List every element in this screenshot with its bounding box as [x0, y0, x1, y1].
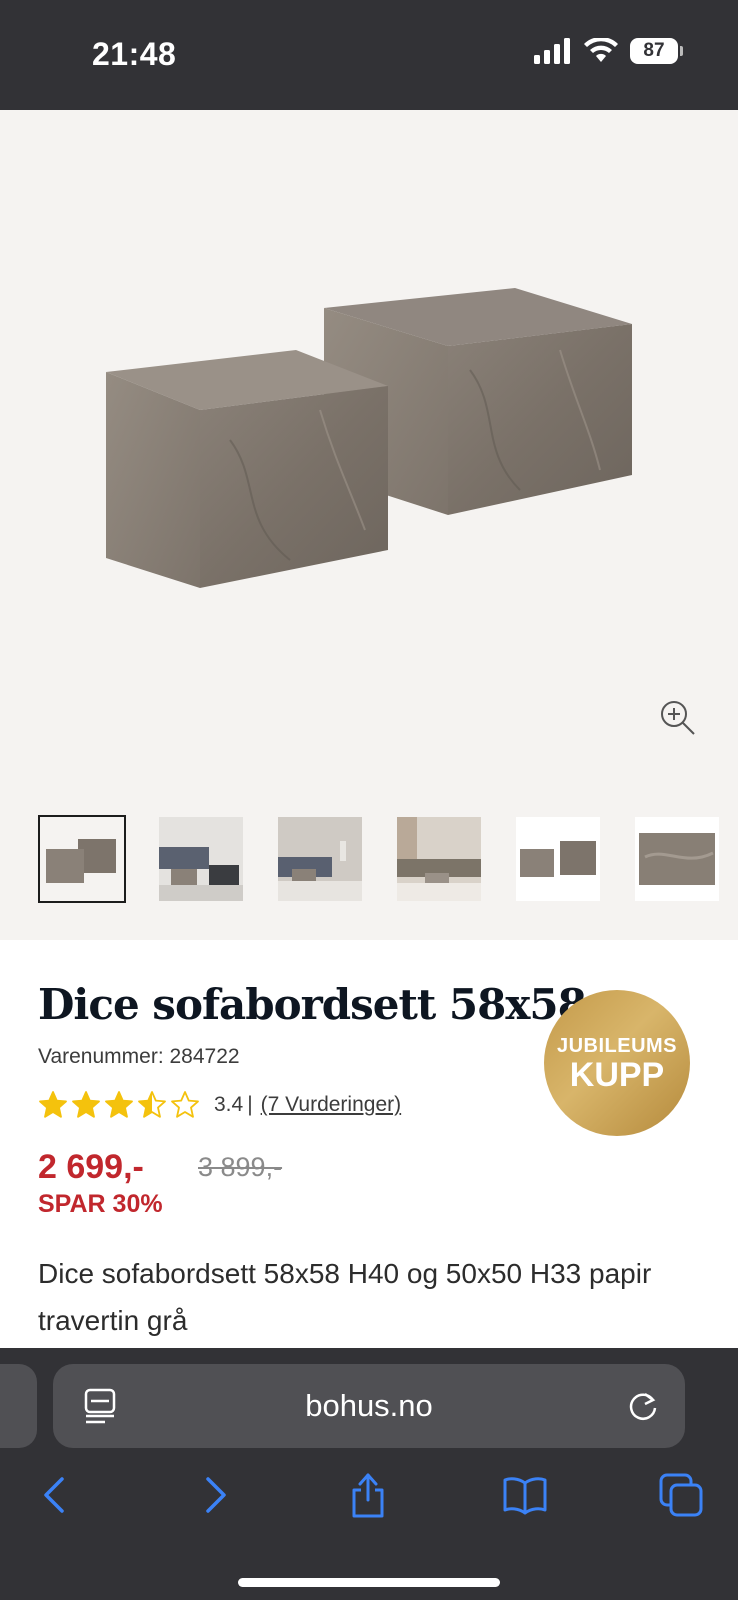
- cellular-signal-icon: [534, 38, 570, 64]
- product-info: Dice sofabordsett 58x58 Varenummer: 2847…: [0, 940, 738, 1348]
- rating-star: [39, 1091, 67, 1118]
- thumb-living-room-2-image: [278, 817, 362, 901]
- address-bar[interactable]: bohus.no: [53, 1364, 685, 1448]
- thumb-living-room-1-image: [159, 817, 243, 901]
- zoom-in-icon[interactable]: [658, 698, 698, 738]
- url-text: bohus.no: [305, 1388, 433, 1423]
- reviews-link[interactable]: (7 Vurderinger): [261, 1093, 401, 1117]
- product-main-image[interactable]: [0, 110, 738, 760]
- product-description: Dice sofabordsett 58x58 H40 og 50x50 H33…: [38, 1258, 652, 1336]
- home-indicator: [238, 1578, 500, 1587]
- tabs-button[interactable]: [656, 1470, 706, 1520]
- rating-value: 3.4: [214, 1093, 244, 1116]
- browser-bottom-bar: bohus.no: [0, 1348, 738, 1600]
- thumb-living-room-2[interactable]: [276, 815, 364, 903]
- thumb-living-room-3[interactable]: [395, 815, 483, 903]
- badge-bottom-text: KUPP: [569, 1055, 665, 1094]
- status-bar: 21:48 87: [0, 0, 738, 110]
- thumb-living-room-1[interactable]: [157, 815, 245, 903]
- thumb-product-white-image: [516, 817, 600, 901]
- rating-stars: [38, 1090, 200, 1120]
- browser-toolbar: [0, 1470, 738, 1530]
- forward-icon: [206, 1477, 226, 1513]
- thumb-product-image: [40, 817, 124, 901]
- thumb-product-white[interactable]: [514, 815, 602, 903]
- share-button[interactable]: [343, 1470, 393, 1520]
- battery-icon: 87: [630, 38, 683, 64]
- rating-star: [171, 1091, 199, 1118]
- rating-star: [138, 1091, 166, 1118]
- product-title: Dice sofabordsett 58x58: [38, 980, 587, 1029]
- thumb-texture-closeup[interactable]: [633, 815, 721, 903]
- forward-button[interactable]: [190, 1470, 240, 1520]
- thumb-living-room-3-image: [397, 817, 481, 901]
- product-gallery: [0, 110, 738, 940]
- rating-star: [72, 1091, 100, 1118]
- back-icon: [44, 1477, 64, 1513]
- rating-star: [105, 1091, 133, 1118]
- thumb-texture-closeup-image: [635, 817, 719, 901]
- bookmarks-icon: [503, 1477, 547, 1515]
- thumbnail-strip: [38, 815, 738, 907]
- thumb-product[interactable]: [38, 815, 126, 903]
- previous-tab-peek[interactable]: [0, 1364, 37, 1448]
- jubileum-badge: JUBILEUMS KUPP: [544, 990, 690, 1136]
- discount-label: SPAR 30%: [38, 1190, 163, 1218]
- reload-icon[interactable]: [625, 1388, 661, 1424]
- status-time: 21:48: [92, 36, 177, 72]
- tabs-icon: [659, 1473, 703, 1517]
- product-sku: Varenummer: 284722: [38, 1045, 240, 1068]
- battery-level: 87: [643, 40, 665, 61]
- current-price: 2 699,-: [38, 1148, 144, 1186]
- share-icon: [352, 1473, 384, 1518]
- wifi-icon: [584, 38, 618, 62]
- old-price: 3 899,-: [198, 1152, 283, 1182]
- badge-top-text: JUBILEUMS: [556, 1034, 678, 1057]
- status-icons: 87: [534, 38, 683, 64]
- product-rating: 3.4 | (7 Vurderinger): [38, 1090, 401, 1120]
- rating-separator: |: [247, 1093, 253, 1116]
- back-button[interactable]: [30, 1470, 80, 1520]
- reader-icon[interactable]: [83, 1388, 117, 1424]
- bookmarks-button[interactable]: [500, 1470, 550, 1520]
